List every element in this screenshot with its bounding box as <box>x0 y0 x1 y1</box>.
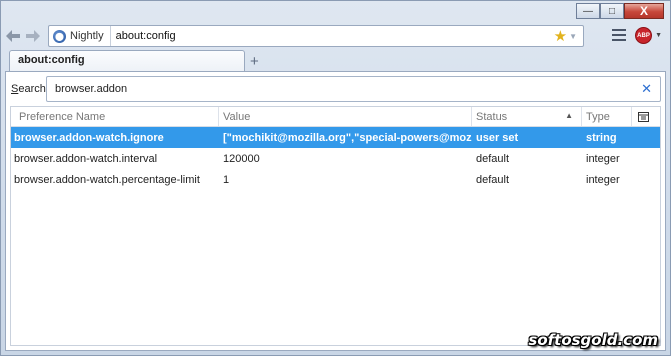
tab-about-config[interactable]: about:config <box>9 50 245 71</box>
back-arrow-icon[interactable] <box>5 28 21 44</box>
browser-window: — □ X ⬤ Nightly about:config ★ ▼ ABP ▼ a… <box>0 0 671 356</box>
adblock-plus-icon[interactable]: ABP <box>635 27 652 44</box>
bookmark-star-icon[interactable]: ★ <box>554 27 567 45</box>
url-bar[interactable]: ⬤ Nightly about:config ★ ▼ <box>48 25 584 47</box>
preference-type-cell: string <box>586 131 617 144</box>
table-row[interactable]: browser.addon-watch.ignore ["mochikit@moz… <box>11 127 660 148</box>
column-header-type[interactable]: Type <box>582 107 632 126</box>
window-controls: — □ X <box>576 3 664 19</box>
preference-name-cell: browser.addon-watch.percentage-limit <box>14 173 200 186</box>
search-label: Search: <box>11 83 49 95</box>
history-dropmarker-icon[interactable]: ▼ <box>569 32 577 41</box>
preferences-table: Preference Name Value Status ▲ Type brow… <box>10 106 661 346</box>
tab-label: about:config <box>18 54 85 66</box>
column-picker-icon[interactable] <box>632 107 654 126</box>
preference-status-cell: default <box>476 173 510 186</box>
new-tab-button[interactable]: + <box>250 53 259 70</box>
close-window-button[interactable]: X <box>624 3 664 19</box>
preference-status-cell: default <box>476 152 510 165</box>
preference-value-cell: ["mochikit@mozilla.org","special-powers@… <box>223 131 472 144</box>
table-header: Preference Name Value Status ▲ Type <box>11 107 660 127</box>
about-config-page: Search: browser.addon ✕ Preference Name … <box>5 71 666 351</box>
site-identity-box[interactable]: ⬤ Nightly <box>49 26 111 46</box>
adblock-dropdown-icon[interactable]: ▼ <box>655 32 662 39</box>
preference-name-cell: browser.addon-watch.ignore <box>14 131 164 144</box>
sort-ascending-icon: ▲ <box>565 111 573 120</box>
preference-type-cell: integer <box>586 173 620 186</box>
minimize-button[interactable]: — <box>576 3 600 19</box>
forward-arrow-icon[interactable] <box>25 28 41 44</box>
preference-value-cell: 1 <box>223 173 230 186</box>
search-row: Search: browser.addon ✕ <box>6 76 665 102</box>
tab-strip: about:config + <box>5 50 666 71</box>
identity-label: Nightly <box>70 30 104 42</box>
search-value[interactable]: browser.addon <box>55 83 641 95</box>
table-row[interactable]: browser.addon-watch.interval 120000 defaul… <box>11 148 660 169</box>
preference-name-cell: browser.addon-watch.interval <box>14 152 158 165</box>
search-input[interactable]: browser.addon ✕ <box>46 76 661 102</box>
table-row[interactable]: browser.addon-watch.percentage-limit 1 def… <box>11 169 660 190</box>
maximize-button[interactable]: □ <box>600 3 624 19</box>
column-header-value[interactable]: Value <box>219 107 472 126</box>
url-text[interactable]: about:config <box>111 30 554 42</box>
column-header-status[interactable]: Status ▲ <box>472 107 582 126</box>
nightly-logo-icon: ⬤ <box>53 29 66 43</box>
preference-status-cell: user set <box>476 131 519 144</box>
table-body: browser.addon-watch.ignore ["mochikit@moz… <box>11 127 660 190</box>
hamburger-menu-icon[interactable] <box>612 29 626 41</box>
preference-type-cell: integer <box>586 152 620 165</box>
clear-search-icon[interactable]: ✕ <box>641 81 652 97</box>
navigation-toolbar: ⬤ Nightly about:config ★ ▼ ABP ▼ <box>5 22 666 50</box>
preference-value-cell: 120000 <box>223 152 260 165</box>
column-header-preference-name[interactable]: Preference Name <box>11 107 219 126</box>
watermark-text: softosgold.com <box>528 331 658 349</box>
column-header-status-label: Status <box>476 111 508 123</box>
